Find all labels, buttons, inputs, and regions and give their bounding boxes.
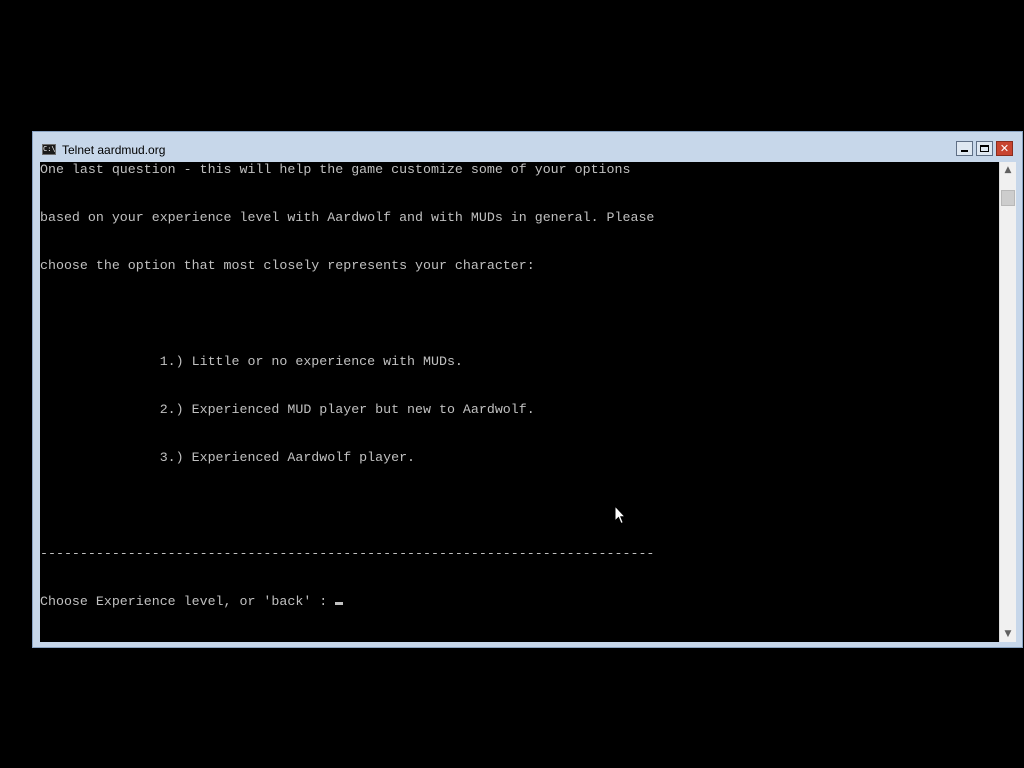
console-app-icon[interactable]: C:\ bbox=[42, 144, 56, 155]
window-title: Telnet aardmud.org bbox=[62, 143, 166, 157]
console-text: ----------------------------------------… bbox=[40, 162, 654, 642]
command-prompt-line[interactable]: Choose Experience level, or 'back' : bbox=[40, 594, 654, 610]
text-cursor bbox=[335, 602, 344, 605]
minimize-button[interactable] bbox=[956, 141, 973, 156]
scroll-up-arrow-icon[interactable]: ▲ bbox=[1000, 162, 1016, 178]
command-prompt: Choose Experience level, or 'back' : bbox=[40, 594, 336, 609]
option-2-line: 2.) Experienced MUD player but new to Aa… bbox=[40, 402, 535, 417]
scrollbar-thumb[interactable] bbox=[1001, 190, 1015, 206]
telnet-window[interactable]: C:\ Telnet aardmud.org ✕ ---------------… bbox=[32, 131, 1023, 648]
option-3-line: 3.) Experienced Aardwolf player. bbox=[40, 450, 416, 465]
mouse-pointer-icon bbox=[614, 505, 626, 525]
title-bar[interactable]: C:\ Telnet aardmud.org ✕ bbox=[33, 132, 1022, 162]
maximize-icon bbox=[980, 145, 989, 152]
console-line: based on your experience level with Aard… bbox=[40, 210, 655, 225]
option-1-line: 1.) Little or no experience with MUDs. bbox=[40, 354, 463, 369]
minimize-icon bbox=[961, 150, 968, 152]
maximize-button[interactable] bbox=[976, 141, 993, 156]
console-output[interactable]: ----------------------------------------… bbox=[40, 162, 999, 642]
close-icon: ✕ bbox=[999, 142, 1010, 155]
vertical-scrollbar[interactable]: ▲ ▼ bbox=[999, 162, 1016, 642]
console-line: One last question - this will help the g… bbox=[40, 162, 631, 177]
console-line: choose the option that most closely repr… bbox=[40, 258, 535, 273]
close-button[interactable]: ✕ bbox=[996, 141, 1013, 156]
separator-line: ----------------------------------------… bbox=[40, 546, 655, 561]
scroll-down-arrow-icon[interactable]: ▼ bbox=[1000, 626, 1016, 642]
